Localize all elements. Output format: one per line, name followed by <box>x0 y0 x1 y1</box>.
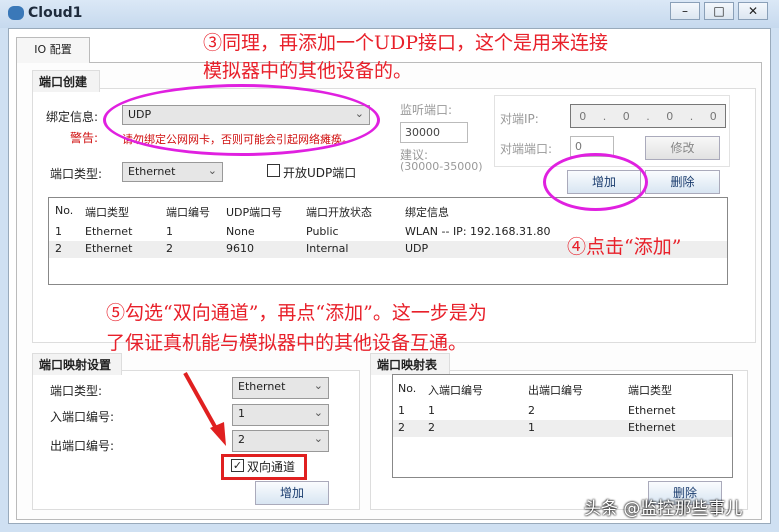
delete-port-button[interactable]: 删除 <box>645 170 720 194</box>
port-type-select[interactable]: Ethernet ⌄ <box>122 162 223 182</box>
ip-octet: 0 <box>579 109 587 123</box>
column-header: UDP端口号 <box>226 206 283 219</box>
tab-io-config[interactable]: IO 配置 <box>16 37 90 63</box>
window-title: Cloud1 <box>28 5 83 21</box>
watermark: 头条 @监控那些事儿 <box>584 499 743 519</box>
cell: Ethernet <box>85 242 133 255</box>
table-row[interactable]: 2 2 1 Ethernet <box>393 420 732 437</box>
cell: WLAN -- IP: 192.168.31.80 <box>405 225 551 238</box>
cloud-icon <box>8 6 24 20</box>
cell: Ethernet <box>628 404 676 417</box>
cell: UDP <box>405 242 429 255</box>
chevron-down-icon: ⌄ <box>313 432 323 445</box>
cell: None <box>226 225 255 238</box>
add-mapping-button[interactable]: 增加 <box>255 481 329 505</box>
in-port-label: 入端口编号: <box>50 410 115 424</box>
ip-octet: 0 <box>709 109 717 123</box>
map-type-select[interactable]: Ethernet ⌄ <box>232 377 329 399</box>
listen-port-input[interactable]: 30000 <box>400 122 468 143</box>
column-header: 出端口编号 <box>528 384 583 397</box>
cell: 1 <box>428 404 435 417</box>
chevron-down-icon: ⌄ <box>207 164 217 177</box>
annotation-step3-line1: ③同理，再添加一个UDP接口，这个是用来连接 <box>203 32 609 54</box>
close-button[interactable]: ✕ <box>738 2 768 20</box>
out-port-select[interactable]: 2 ⌄ <box>232 430 329 452</box>
map-type-label: 端口类型: <box>50 384 103 398</box>
bidir-checkbox[interactable]: ✓ <box>231 459 244 472</box>
bind-label: 绑定信息: <box>46 110 99 124</box>
highlight-ellipse <box>543 153 648 211</box>
cell: 9610 <box>226 242 254 255</box>
in-port-value: 1 <box>238 407 245 420</box>
arrow-annotation-icon <box>183 372 226 446</box>
column-header: 端口类型 <box>628 384 672 397</box>
bidir-label: 双向通道 <box>247 460 296 474</box>
annotation-step4: ④点击“添加” <box>567 236 682 258</box>
port-type-value: Ethernet <box>128 165 176 178</box>
ip-octet: 0 <box>666 109 674 123</box>
cell: 2 <box>428 421 435 434</box>
cell: Ethernet <box>628 421 676 434</box>
map-type-value: Ethernet <box>238 380 286 393</box>
annotation-step5-line1: ⑤勾选“双向通道”，再点“添加”。这一步是为 <box>106 302 487 324</box>
annotation-step5-line2: 了保证真机能与模拟器中的其他设备互通。 <box>106 332 468 354</box>
table-header: No. 入端口编号 出端口编号 端口类型 <box>393 381 732 398</box>
cell: 1 <box>55 225 62 238</box>
peer-port-label: 对端端口: <box>500 142 553 156</box>
port-creation-heading: 端口创建 <box>32 70 100 92</box>
mapping-table: No. 入端口编号 出端口编号 端口类型 1 1 2 Ethernet 2 2 … <box>392 374 733 478</box>
listen-port-label: 监听端口: <box>400 103 453 117</box>
table-row[interactable]: 1 1 2 Ethernet <box>393 403 732 420</box>
peer-ip-input[interactable]: 0.0.0.0 <box>570 104 726 128</box>
column-header: 入端口编号 <box>428 384 483 397</box>
cell: Internal <box>306 242 349 255</box>
column-header: No. <box>398 382 417 395</box>
modify-button[interactable]: 修改 <box>645 136 720 160</box>
peer-ip-label: 对端IP: <box>500 112 539 126</box>
cell: 2 <box>528 404 535 417</box>
column-header: 绑定信息 <box>405 206 449 219</box>
ip-octet: 0 <box>622 109 630 123</box>
cell: Ethernet <box>85 225 133 238</box>
chevron-down-icon: ⌄ <box>313 406 323 419</box>
maximize-button[interactable]: □ <box>704 2 734 20</box>
open-udp-checkbox[interactable] <box>267 164 280 177</box>
column-header: No. <box>55 204 74 217</box>
cell: 1 <box>528 421 535 434</box>
annotation-step3-line2: 模拟器中的其他设备的。 <box>203 60 413 82</box>
port-type-label: 端口类型: <box>50 167 103 181</box>
highlight-ellipse <box>103 84 380 156</box>
suggest-range: (30000-35000) <box>400 160 483 173</box>
cell: 2 <box>398 421 405 434</box>
cell: 2 <box>55 242 62 255</box>
out-port-value: 2 <box>238 433 245 446</box>
column-header: 端口开放状态 <box>306 206 372 219</box>
in-port-select[interactable]: 1 ⌄ <box>232 404 329 426</box>
minimize-button[interactable]: – <box>670 2 700 20</box>
out-port-label: 出端口编号: <box>50 439 115 453</box>
title-bar <box>0 0 779 28</box>
open-udp-label: 开放UDP端口 <box>283 166 357 180</box>
cell: Public <box>306 225 339 238</box>
chevron-down-icon: ⌄ <box>313 379 323 392</box>
warning-label: 警告: <box>70 131 99 145</box>
cell: 1 <box>166 225 173 238</box>
cell: 1 <box>398 404 405 417</box>
column-header: 端口类型 <box>85 206 129 219</box>
column-header: 端口编号 <box>166 206 210 219</box>
cell: 2 <box>166 242 173 255</box>
